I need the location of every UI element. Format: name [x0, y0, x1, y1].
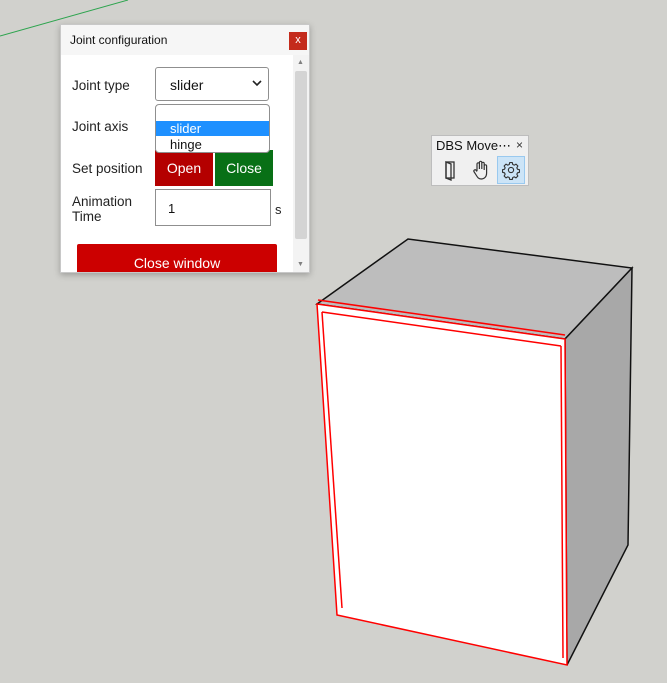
hand-icon	[473, 160, 488, 180]
joint-type-select[interactable]: slider	[155, 67, 269, 101]
dialog-titlebar[interactable]: Joint configuration x	[61, 25, 309, 55]
dialog-title: Joint configuration	[70, 33, 168, 47]
close-window-button[interactable]: Close window	[77, 244, 277, 272]
joint-type-dropdown-list: slider hinge	[155, 104, 270, 153]
door-icon	[445, 161, 455, 181]
dialog-close-button[interactable]: x	[289, 32, 307, 50]
settings-tool-button[interactable]	[497, 156, 525, 184]
joint-configuration-dialog: Joint configuration x Joint type slider …	[60, 24, 310, 273]
box-side-face[interactable]	[564, 266, 633, 666]
door-tool-button[interactable]	[436, 156, 464, 184]
gear-icon	[501, 162, 521, 181]
scroll-up-arrow-icon[interactable]: ▲	[297, 59, 304, 66]
dialog-scrollbar[interactable]: ▲ ▼	[293, 55, 309, 272]
scrollbar-thumb[interactable]	[295, 71, 307, 239]
set-position-label: Set position	[72, 161, 143, 176]
animation-time-label-line1: Animation	[72, 194, 133, 209]
animation-time-input[interactable]: 1	[155, 189, 271, 226]
hand-tool-button[interactable]	[466, 156, 494, 184]
toolbar-close-button[interactable]: ×	[516, 138, 523, 152]
dropdown-option-slider[interactable]: slider	[156, 121, 269, 136]
open-button[interactable]: Open	[155, 150, 213, 186]
close-button[interactable]: Close	[215, 150, 273, 186]
animation-time-unit: s	[275, 202, 282, 217]
joint-type-label: Joint type	[72, 78, 130, 93]
chevron-down-icon	[252, 80, 262, 87]
modeling-viewport[interactable]: Joint configuration x Joint type slider …	[0, 0, 667, 683]
box-front-face-selected[interactable]	[317, 304, 567, 665]
animation-time-value: 1	[168, 201, 176, 216]
dropdown-option-hinge[interactable]: hinge	[156, 137, 269, 152]
joint-axis-label: Joint axis	[72, 119, 129, 134]
animation-time-label-line2: Time	[72, 209, 102, 224]
dbs-move-toolbar: DBS Move⋯ ×	[431, 135, 529, 186]
scroll-down-arrow-icon[interactable]: ▼	[297, 261, 304, 268]
toolbar-title[interactable]: DBS Move⋯	[436, 138, 511, 154]
joint-type-value: slider	[170, 77, 204, 93]
